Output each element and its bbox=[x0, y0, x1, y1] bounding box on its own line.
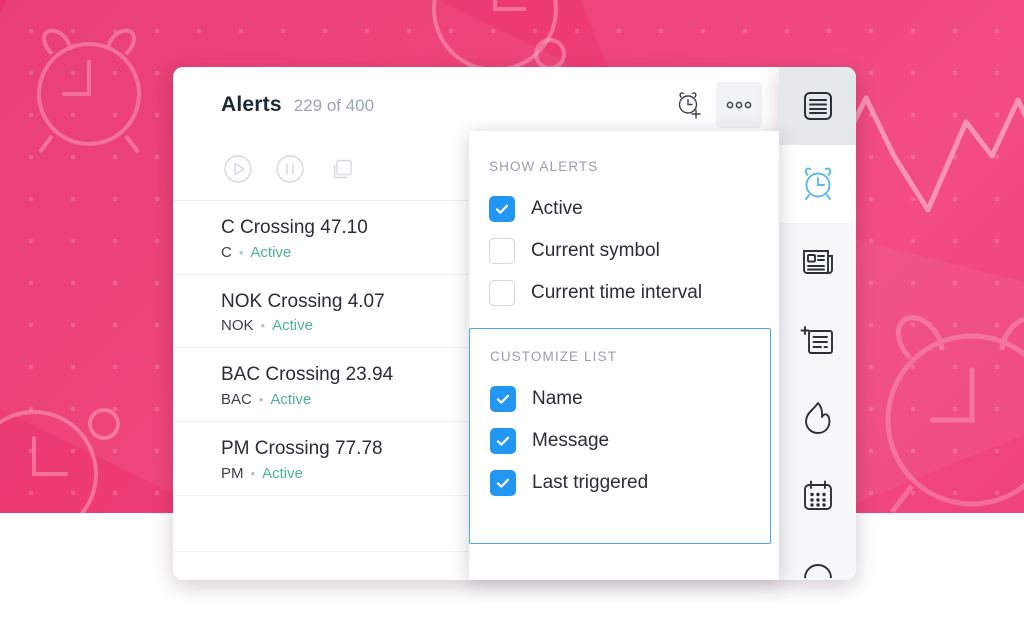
hotlist-icon bbox=[801, 400, 835, 436]
status-badge: Active bbox=[272, 317, 313, 335]
play-icon bbox=[223, 154, 253, 189]
sidebar-item-calendar[interactable] bbox=[779, 457, 856, 535]
menu-item-label: Name bbox=[532, 388, 583, 409]
checkbox-current-time-interval[interactable] bbox=[489, 280, 515, 306]
alert-symbol: C bbox=[221, 243, 232, 261]
add-alarm-button[interactable] bbox=[666, 82, 712, 128]
menu-item-label: Current time interval bbox=[531, 282, 703, 303]
sidebar-item-hotlist[interactable] bbox=[779, 379, 856, 457]
screen: Alerts 229 of 400 C Crossing 47.10 C • A… bbox=[0, 0, 1024, 635]
menu-item-label: Last triggered bbox=[532, 472, 649, 493]
alarm-clock-icon bbox=[799, 165, 837, 203]
menu-item-label: Active bbox=[531, 198, 583, 219]
alerts-count: 229 of 400 bbox=[293, 96, 375, 115]
checkbox-last-triggered[interactable] bbox=[490, 470, 516, 496]
menu-item-message[interactable]: Message bbox=[470, 420, 770, 462]
title-group: Alerts 229 of 400 bbox=[221, 93, 374, 117]
chat-icon bbox=[800, 556, 836, 580]
sidebar-item-watchlist[interactable] bbox=[779, 67, 856, 145]
alarm-clock-decor-icon-2 bbox=[862, 300, 1024, 513]
customize-list-section: CUSTOMIZE LIST Name Message Last trigger… bbox=[469, 328, 771, 544]
checkbox-message[interactable] bbox=[490, 428, 516, 454]
sidebar-item-chat[interactable] bbox=[779, 535, 856, 580]
alert-separator: • bbox=[250, 465, 256, 481]
pause-button[interactable] bbox=[273, 155, 307, 189]
options-dropdown: SHOW ALERTS Active Current symbol Curren… bbox=[469, 131, 779, 580]
alert-separator: • bbox=[260, 318, 266, 334]
more-options-icon bbox=[724, 99, 754, 111]
alert-symbol: NOK bbox=[221, 317, 254, 335]
duplicate-icon bbox=[327, 154, 357, 189]
menu-item-label: Message bbox=[532, 430, 610, 451]
menu-item-name[interactable]: Name bbox=[470, 378, 770, 420]
header-actions bbox=[666, 82, 762, 128]
show-alerts-heading: SHOW ALERTS bbox=[489, 159, 599, 174]
checkbox-current-symbol[interactable] bbox=[489, 238, 515, 264]
add-alarm-icon bbox=[675, 91, 703, 119]
alert-separator: • bbox=[258, 391, 264, 407]
checkbox-name[interactable] bbox=[490, 386, 516, 412]
news-icon bbox=[800, 245, 836, 279]
line-chart-decor-icon bbox=[836, 60, 1024, 230]
alert-symbol: PM bbox=[221, 464, 244, 482]
alert-separator: • bbox=[238, 244, 244, 260]
customize-list-heading: CUSTOMIZE LIST bbox=[490, 349, 617, 364]
pause-icon bbox=[275, 154, 305, 189]
status-badge: Active bbox=[270, 390, 312, 408]
duplicate-button[interactable] bbox=[325, 155, 359, 189]
more-options-button[interactable] bbox=[716, 82, 762, 128]
sidebar-item-news[interactable] bbox=[779, 223, 856, 301]
status-badge: Active bbox=[262, 464, 303, 482]
alert-symbol: BAC bbox=[221, 390, 252, 408]
page-title: Alerts bbox=[221, 93, 282, 116]
menu-item-current-symbol[interactable]: Current symbol bbox=[469, 230, 779, 272]
sidebar-item-ideas[interactable] bbox=[779, 301, 856, 379]
ideas-icon bbox=[800, 323, 836, 357]
right-sidebar bbox=[779, 67, 856, 580]
menu-item-label: Current symbol bbox=[531, 240, 660, 261]
status-badge: Active bbox=[250, 243, 292, 261]
menu-item-active[interactable]: Active bbox=[469, 188, 779, 230]
sidebar-item-alerts[interactable] bbox=[779, 145, 856, 223]
menu-item-current-time-interval[interactable]: Current time interval bbox=[469, 272, 779, 314]
alarm-clock-decor-icon bbox=[22, 18, 156, 158]
menu-item-last-triggered[interactable]: Last triggered bbox=[470, 462, 770, 504]
checkbox-active[interactable] bbox=[489, 196, 515, 222]
calendar-icon bbox=[800, 478, 836, 514]
small-circle-decor-icon-2 bbox=[86, 406, 122, 442]
watchlist-icon bbox=[800, 88, 836, 124]
play-button[interactable] bbox=[221, 155, 255, 189]
